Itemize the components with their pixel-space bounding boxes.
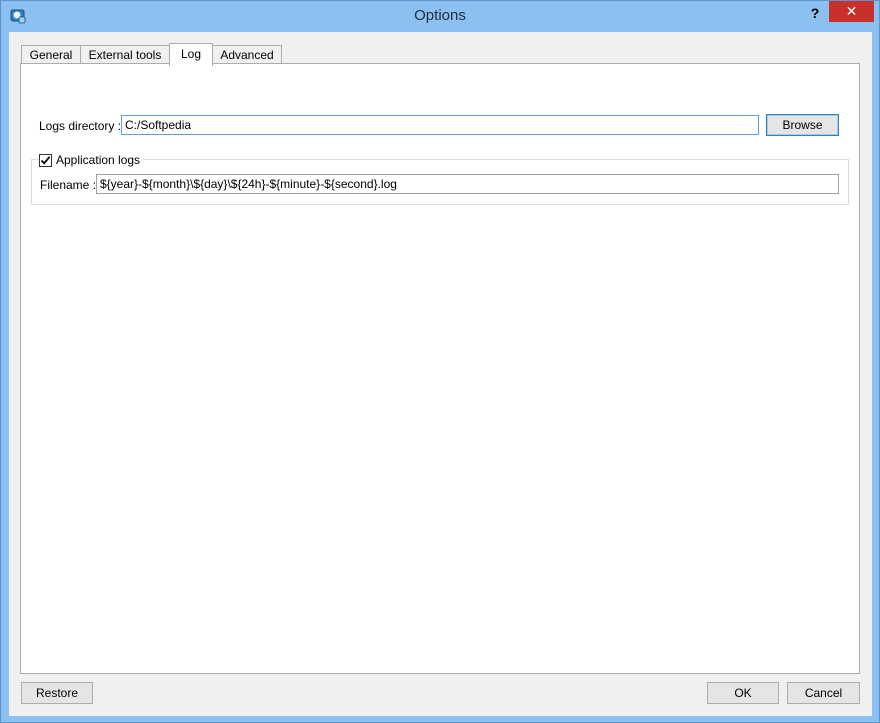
help-button[interactable]: ? xyxy=(804,3,826,23)
logs-directory-label: Logs directory : xyxy=(39,119,122,133)
tab-general[interactable]: General xyxy=(21,45,81,65)
options-window: Options ? ✕ General External tools Log A… xyxy=(0,0,880,723)
tab-external-tools[interactable]: External tools xyxy=(80,45,170,65)
close-icon: ✕ xyxy=(845,3,858,19)
filename-input[interactable]: ${year}-${month}\${day}\${24h}-${minute}… xyxy=(96,174,839,194)
log-tab-panel: Logs directory : C:/Softpedia Browse App… xyxy=(20,63,860,674)
application-logs-checkbox[interactable] xyxy=(39,153,52,167)
checkmark-icon xyxy=(40,155,51,165)
logs-directory-input[interactable]: C:/Softpedia xyxy=(121,115,759,135)
ok-button[interactable]: OK xyxy=(707,682,779,704)
close-button[interactable]: ✕ xyxy=(829,1,874,22)
restore-button[interactable]: Restore xyxy=(21,682,93,704)
browse-button[interactable]: Browse xyxy=(766,114,839,136)
tab-log[interactable]: Log xyxy=(169,43,213,66)
title-bar[interactable]: Options ? ✕ xyxy=(1,1,879,32)
application-logs-checkbox-row[interactable]: Application logs xyxy=(39,152,144,168)
cancel-button[interactable]: Cancel xyxy=(787,682,860,704)
tab-advanced[interactable]: Advanced xyxy=(212,45,282,65)
filename-label: Filename : xyxy=(40,178,97,192)
window-title: Options xyxy=(414,7,466,24)
dialog-body: General External tools Log Advanced Logs… xyxy=(9,32,872,716)
application-logs-label: Application logs xyxy=(56,153,141,167)
